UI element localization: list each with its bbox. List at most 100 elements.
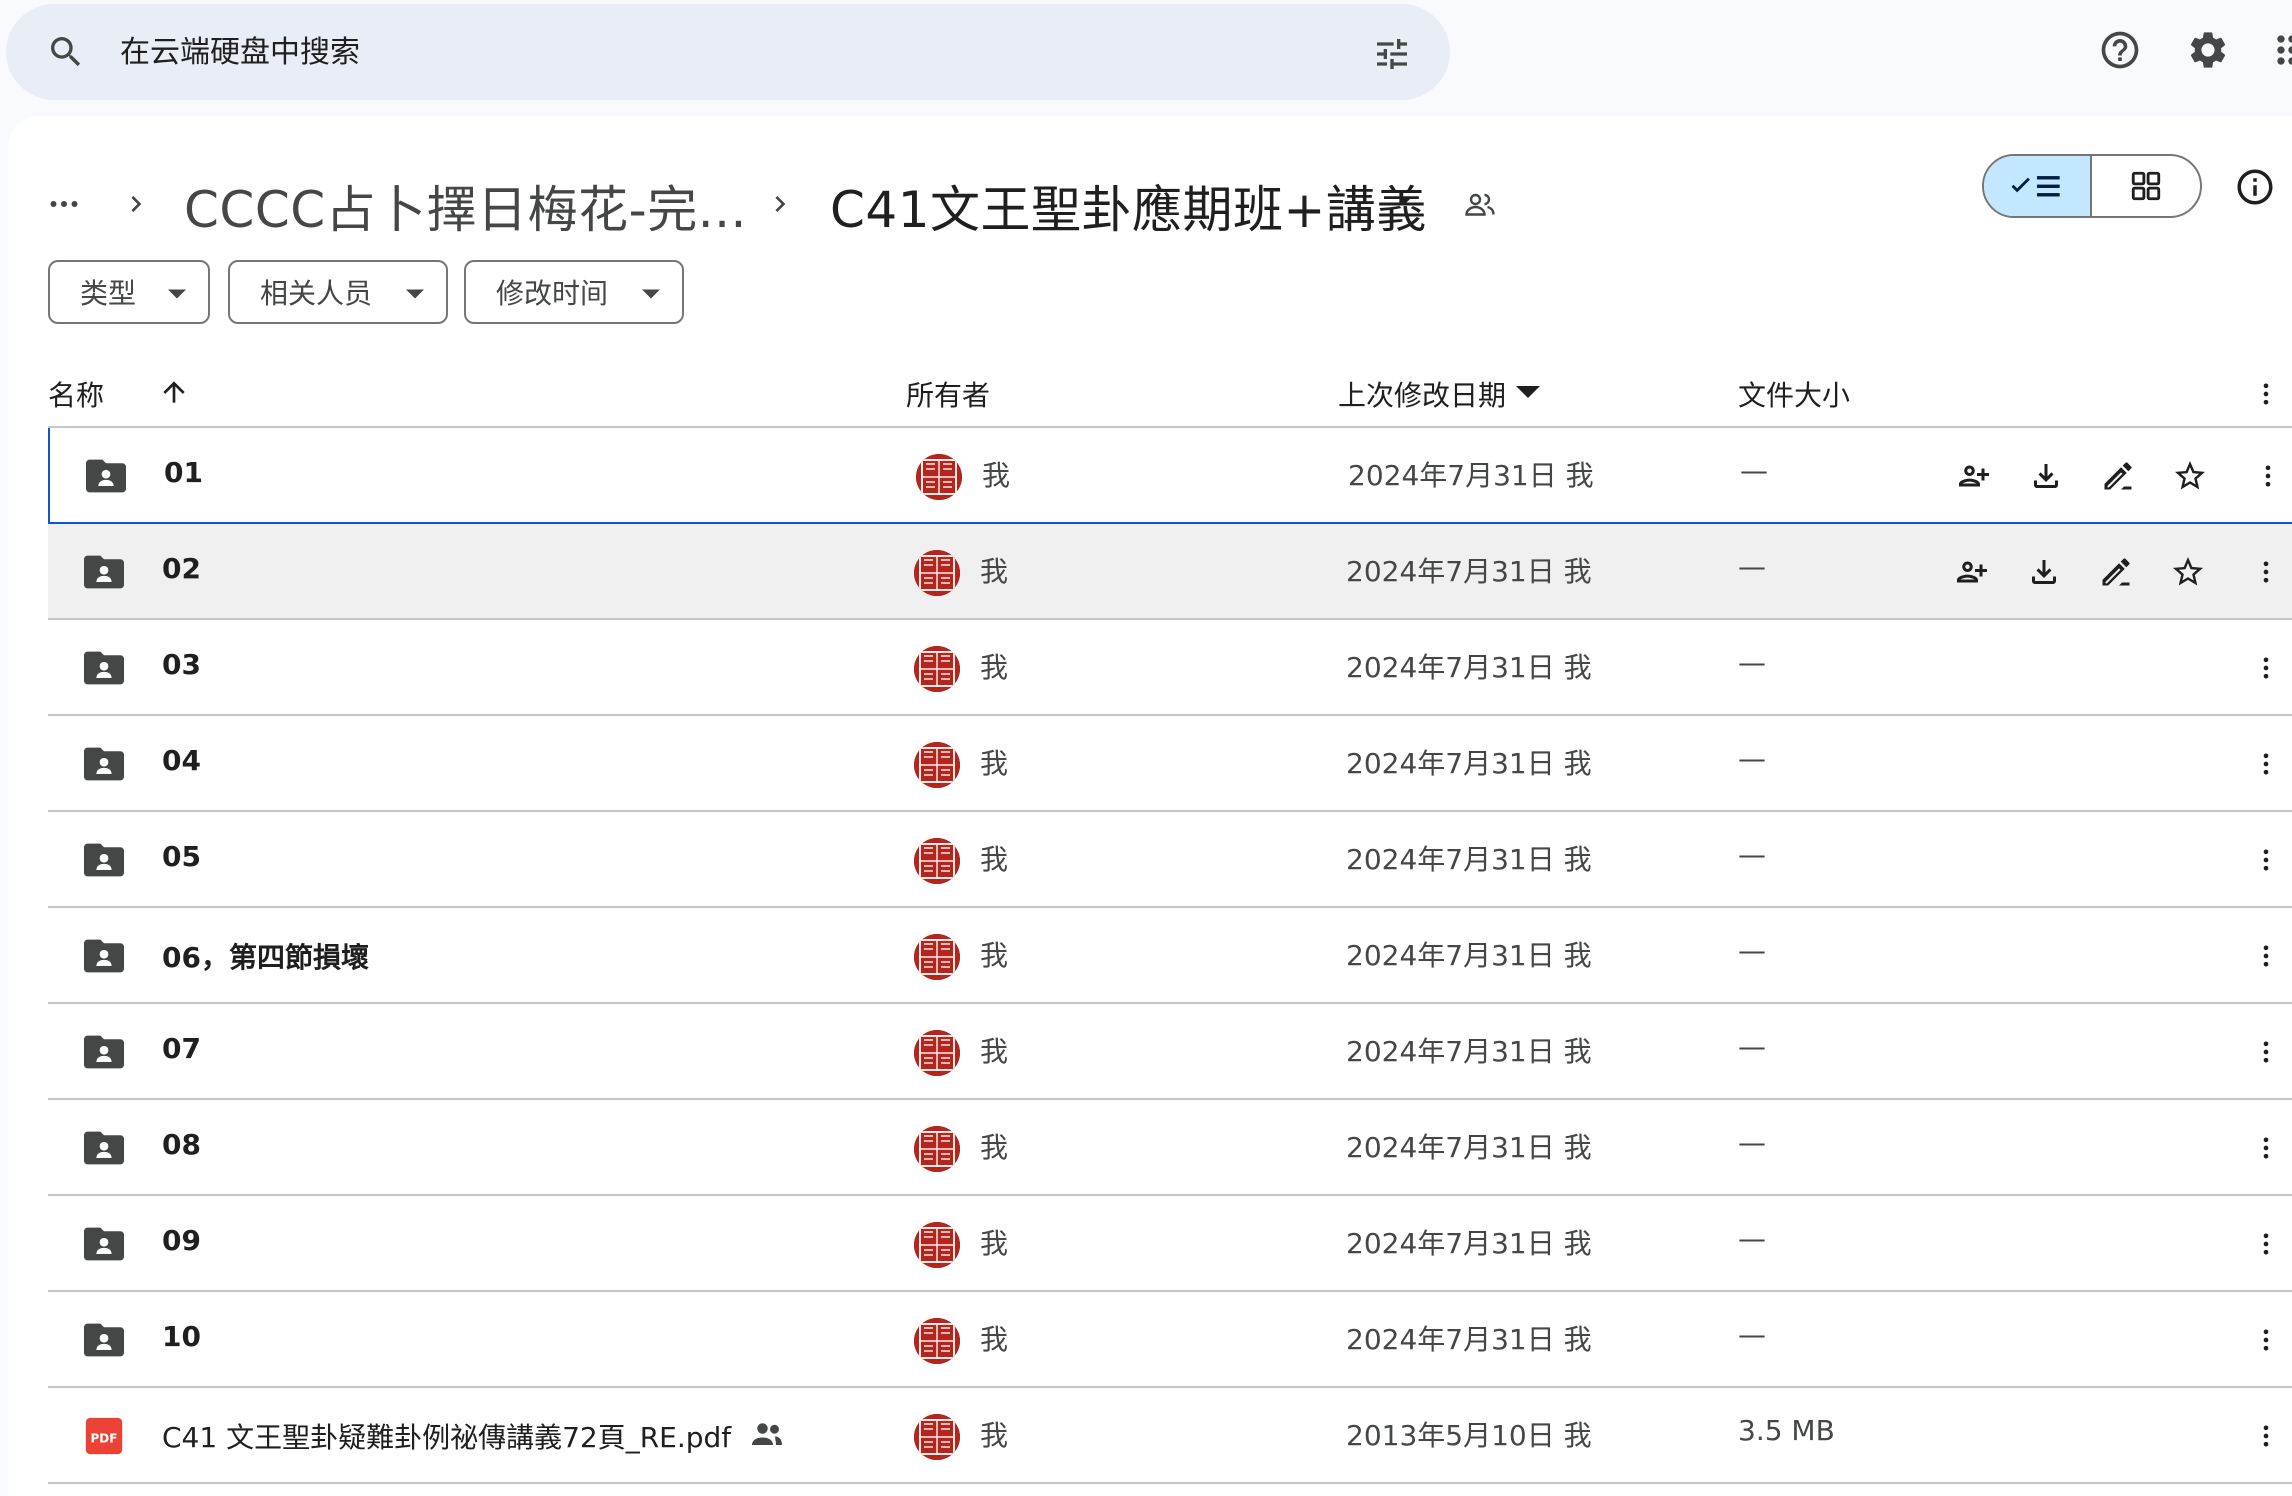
more-vert-icon: [2265, 465, 2271, 487]
owner-name: 我: [980, 1419, 1009, 1452]
shared-folder-icon: [84, 555, 124, 589]
star-outline-icon: [2173, 557, 2203, 586]
breadcrumb-current-folder[interactable]: C41文王聖卦應期班+講義: [830, 170, 1427, 242]
more-actions-button[interactable]: [2252, 1414, 2280, 1458]
file-name: 08: [162, 1128, 201, 1161]
star-outline-icon: [2175, 461, 2205, 490]
view-mode-toggle: [1982, 154, 2202, 218]
filter-type-chip[interactable]: 类型: [48, 260, 210, 324]
column-name-header[interactable]: 名称: [48, 374, 104, 414]
column-owner-header[interactable]: 所有者: [906, 374, 990, 414]
star-button[interactable]: [2166, 452, 2214, 500]
file-size: 3.5 MB: [1738, 1414, 1835, 1447]
search-options-icon[interactable]: [1372, 34, 1412, 74]
owner-avatar[interactable]: [914, 838, 960, 884]
shared-folder-icon: [86, 459, 126, 493]
grid-icon: [2131, 171, 2161, 201]
more-actions-button[interactable]: [2252, 838, 2280, 882]
shared-folder-icon: [84, 747, 124, 781]
file-name: 06，第四節損壞: [162, 941, 369, 974]
download-button[interactable]: [2020, 548, 2068, 596]
owner-name: 我: [980, 1131, 1009, 1164]
rename-button[interactable]: [2092, 548, 2140, 596]
owner-avatar[interactable]: [914, 1126, 960, 1172]
more-actions-button[interactable]: [2252, 742, 2280, 786]
owner-name: 我: [980, 651, 1009, 684]
modified-date: 2024年7月31日 我: [1346, 555, 1592, 588]
shared-people-icon[interactable]: [1460, 186, 1500, 222]
owner-name: 我: [980, 843, 1009, 876]
filter-modified-chip[interactable]: 修改时间: [464, 260, 684, 324]
grid-view-button[interactable]: [2092, 156, 2200, 216]
owner-name: 我: [980, 1227, 1009, 1260]
owner-avatar[interactable]: [914, 550, 960, 596]
apps-grid-icon[interactable]: [2270, 28, 2292, 72]
settings-gear-icon[interactable]: [2186, 28, 2230, 72]
file-row[interactable]: 04 我 2024年7月31日 我 —: [48, 716, 2292, 812]
svg-text:PDF: PDF: [91, 1431, 118, 1445]
file-row[interactable]: 03 我 2024年7月31日 我 —: [48, 620, 2292, 716]
caret-down-icon[interactable]: [1516, 384, 1540, 400]
column-size-header[interactable]: 文件大小: [1738, 374, 1850, 414]
modified-date: 2024年7月31日 我: [1346, 651, 1592, 684]
file-row[interactable]: 05 我 2024年7月31日 我 —: [48, 812, 2292, 908]
star-button[interactable]: [2164, 548, 2212, 596]
search-input[interactable]: [120, 26, 1320, 78]
shared-folder-icon: [84, 939, 124, 973]
more-vert-icon: [2263, 1425, 2269, 1447]
file-name: 03: [162, 648, 201, 681]
rename-button[interactable]: [2094, 452, 2142, 500]
search-bar[interactable]: [6, 4, 1450, 100]
owner-avatar[interactable]: [914, 1030, 960, 1076]
file-row[interactable]: PDF C41 文王聖卦疑難卦例祕傳講義72頁_RE.pdf 我 2013年5月…: [48, 1388, 2292, 1484]
file-row[interactable]: 09 我 2024年7月31日 我 —: [48, 1196, 2292, 1292]
file-row[interactable]: 01 我 2024年7月31日 我 —: [48, 428, 2292, 524]
owner-avatar[interactable]: [914, 1222, 960, 1268]
more-actions-button[interactable]: [2252, 1318, 2280, 1362]
file-row[interactable]: 02 我 2024年7月31日 我 —: [48, 524, 2292, 620]
shared-folder-icon: [84, 651, 124, 685]
file-name: 02: [162, 552, 201, 585]
more-vert-icon: [2263, 945, 2269, 967]
file-size: —: [1738, 1318, 1766, 1351]
help-icon[interactable]: [2098, 28, 2142, 72]
more-actions-button[interactable]: [2252, 934, 2280, 978]
file-row[interactable]: 07 我 2024年7月31日 我 —: [48, 1004, 2292, 1100]
owner-avatar[interactable]: [914, 1414, 960, 1460]
filter-people-chip[interactable]: 相关人员: [228, 260, 448, 324]
download-button[interactable]: [2022, 452, 2070, 500]
file-row[interactable]: 06，第四節損壞 我 2024年7月31日 我 —: [48, 908, 2292, 1004]
more-actions-button[interactable]: [2252, 1126, 2280, 1170]
owner-avatar[interactable]: [914, 742, 960, 788]
modified-date: 2024年7月31日 我: [1346, 939, 1592, 972]
more-actions-button[interactable]: [2252, 1030, 2280, 1074]
more-actions-button[interactable]: [2254, 454, 2282, 498]
info-icon[interactable]: [2234, 166, 2276, 208]
file-row[interactable]: 10 我 2024年7月31日 我 —: [48, 1292, 2292, 1388]
owner-avatar[interactable]: [914, 934, 960, 980]
share-button[interactable]: [1948, 548, 1996, 596]
more-actions-button[interactable]: [2252, 550, 2280, 594]
share-button[interactable]: [1950, 452, 1998, 500]
list-view-button[interactable]: [1984, 156, 2093, 216]
owner-avatar[interactable]: [914, 1318, 960, 1364]
file-name: 05: [162, 840, 201, 873]
search-icon[interactable]: [46, 32, 86, 72]
owner-avatar[interactable]: [916, 454, 962, 500]
caret-down-icon[interactable]: [1390, 192, 1420, 216]
person-add-icon: [1959, 465, 1989, 487]
modified-date: 2024年7月31日 我: [1346, 843, 1592, 876]
file-size: —: [1738, 838, 1766, 871]
arrow-up-icon[interactable]: [158, 376, 190, 408]
more-actions-button[interactable]: [2252, 646, 2280, 690]
column-modified-header[interactable]: 上次修改日期: [1338, 374, 1506, 414]
main-panel: CCCC占卜擇日梅花-完... C41文王聖卦應期班+講義 类型 相关人员 修改…: [8, 116, 2292, 1496]
more-actions-button[interactable]: [2252, 1222, 2280, 1266]
shared-folder-icon: [84, 1227, 124, 1261]
file-row[interactable]: 08 我 2024年7月31日 我 —: [48, 1100, 2292, 1196]
more-vert-icon[interactable]: [2252, 376, 2280, 412]
shared-folder-icon: [84, 1323, 124, 1357]
breadcrumb-parent-folder[interactable]: CCCC占卜擇日梅花-完...: [184, 170, 747, 242]
owner-avatar[interactable]: [914, 646, 960, 692]
more-horiz-icon[interactable]: [44, 186, 84, 222]
